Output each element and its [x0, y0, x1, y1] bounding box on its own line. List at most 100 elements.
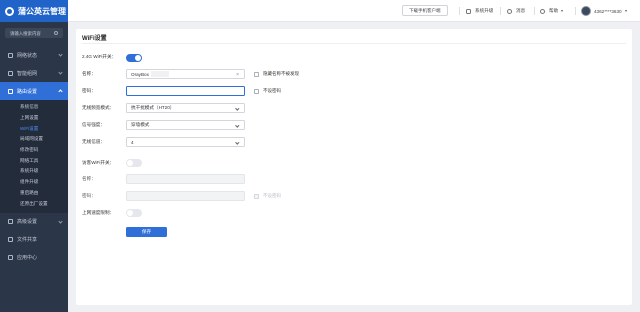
- chevron-down-icon: [235, 123, 240, 128]
- wifi24-toggle[interactable]: [126, 54, 142, 62]
- clear-icon[interactable]: ×: [236, 72, 239, 78]
- submenu-wifi-settings[interactable]: WiFi设置: [0, 123, 68, 134]
- sidebar-item-label: 路由设置: [17, 88, 38, 95]
- submenu-network-tools[interactable]: 网络工具: [0, 155, 68, 166]
- chevron-down-icon: [58, 70, 63, 75]
- sidebar: 蒲公英云管理 网络状态 智能组网 路由设置 系统信息 上网设置 WiFi设置 局…: [0, 0, 68, 312]
- channel-label: 无线信道：: [82, 139, 105, 144]
- upgrade-label: 系统升级: [475, 8, 494, 13]
- messages-link[interactable]: 消息: [507, 6, 525, 16]
- sidebar-item-label: 网络状态: [17, 52, 38, 59]
- help-icon: [540, 8, 545, 14]
- sidebar-item-file-share[interactable]: 文件共享: [0, 231, 68, 249]
- system-upgrade-link[interactable]: 系统升级: [466, 6, 493, 16]
- sidebar-item-app-center[interactable]: 应用中心: [0, 249, 68, 267]
- top-header: 下载手机客户端 系统升级 消息 帮助 4362****3630: [68, 0, 640, 22]
- submenu-reboot-router[interactable]: 重启路由: [0, 188, 68, 199]
- caret-down-icon: [624, 10, 627, 12]
- password-field[interactable]: [126, 86, 245, 96]
- password-label: 密码：: [82, 88, 96, 93]
- help-label: 帮助: [549, 8, 559, 13]
- checkbox-box: [254, 193, 259, 199]
- checkbox-box: [254, 71, 259, 77]
- sidebar-item-label: 应用中心: [17, 255, 38, 262]
- signal-strength-value: 穿墙模式: [131, 122, 150, 127]
- app-logo[interactable]: 蒲公英云管理: [0, 0, 68, 22]
- chevron-down-icon: [235, 106, 240, 111]
- sidebar-search: [5, 28, 63, 38]
- ssid-input[interactable]: OrayBox ×: [126, 69, 245, 79]
- submenu-lan-settings[interactable]: 局域网设置: [0, 134, 68, 145]
- help-link[interactable]: 帮助: [540, 6, 564, 16]
- chevron-up-icon: [58, 89, 63, 94]
- checkbox-box: [254, 88, 259, 94]
- router-submenu: 系统信息 上网设置 WiFi设置 局域网设置 修改密码 网络工具 系统升级 组件…: [0, 100, 68, 213]
- sidebar-item-label: 高级设置: [17, 219, 38, 226]
- bell-icon: [507, 8, 512, 14]
- guest-ssid-label: 名称：: [82, 176, 96, 181]
- guest-wifi-toggle[interactable]: [126, 159, 142, 167]
- guest-wifi-switch-label: 访客WiFi开关：: [82, 160, 115, 165]
- title-divider: [82, 43, 626, 44]
- guest-password-label: 密码：: [82, 193, 96, 198]
- user-account-label: 4362****3630: [594, 8, 622, 14]
- user-menu[interactable]: 4362****3630: [581, 6, 627, 16]
- apps-icon: [8, 255, 13, 261]
- messages-label: 消息: [516, 8, 526, 13]
- download-client-button[interactable]: 下载手机客户端: [402, 5, 448, 16]
- network-icon: [8, 70, 13, 76]
- status-icon: [8, 52, 13, 58]
- signal-strength-select[interactable]: 穿墙模式: [126, 120, 245, 130]
- ssid-label: 名称：: [82, 71, 96, 76]
- bandwidth-mode-label: 无线频宽模式：: [82, 105, 115, 110]
- submenu-component-upgrade[interactable]: 组件升级: [0, 177, 68, 188]
- no-password-label: 不设密码: [263, 88, 281, 93]
- sidebar-item-network-status[interactable]: 网络状态: [0, 46, 68, 64]
- search-icon[interactable]: [54, 31, 58, 35]
- settings-icon: [8, 219, 13, 225]
- sidebar-item-label: 智能组网: [17, 70, 38, 77]
- hide-ssid-checkbox[interactable]: 隐藏名称不被发现: [254, 71, 299, 77]
- ssid-value: OrayBox: [131, 71, 149, 77]
- caret-down-icon: [561, 10, 564, 12]
- share-icon: [8, 237, 13, 243]
- upgrade-icon: [466, 8, 471, 14]
- search-input[interactable]: [10, 30, 56, 36]
- header-divider: [459, 7, 460, 15]
- speed-limit-label: 上网速度限制：: [82, 210, 115, 215]
- chevron-down-icon: [235, 140, 240, 145]
- submenu-internet-settings[interactable]: 上网设置: [0, 113, 68, 124]
- password-input[interactable]: [131, 88, 231, 94]
- wifi-settings-panel: WiFi设置 2.4G WiFi开关： 名称： OrayBox × 隐藏名称不被…: [76, 29, 632, 305]
- ssid-mask: [150, 71, 169, 77]
- speed-limit-toggle[interactable]: [126, 209, 142, 217]
- wifi24-switch-label: 2.4G WiFi开关：: [82, 54, 117, 59]
- bandwidth-mode-select[interactable]: 抗干扰模式（HT20）: [126, 103, 245, 113]
- channel-select[interactable]: 4: [126, 137, 245, 147]
- app-title: 蒲公英云管理: [18, 6, 66, 16]
- bandwidth-mode-value: 抗干扰模式（HT20）: [131, 105, 175, 110]
- guest-ssid-input[interactable]: [126, 174, 245, 184]
- sidebar-item-smart-network[interactable]: 智能组网: [0, 64, 68, 82]
- submenu-factory-reset[interactable]: 还原出厂设置: [0, 198, 68, 209]
- signal-strength-label: 信号强度：: [82, 122, 105, 127]
- header-divider: [534, 7, 535, 15]
- submenu-change-password[interactable]: 修改密码: [0, 145, 68, 156]
- guest-no-password-label: 不设密码: [263, 193, 281, 198]
- sidebar-item-advanced-settings[interactable]: 高级设置: [0, 213, 68, 231]
- header-divider: [575, 7, 576, 15]
- sidebar-item-label: 文件共享: [17, 237, 38, 244]
- sidebar-item-router-settings[interactable]: 路由设置: [0, 82, 68, 100]
- guest-no-password-checkbox[interactable]: 不设密码: [254, 193, 281, 199]
- avatar: [581, 6, 591, 16]
- router-icon: [8, 88, 13, 94]
- save-button[interactable]: 保存: [126, 227, 167, 237]
- no-password-checkbox[interactable]: 不设密码: [254, 88, 281, 94]
- hide-ssid-label: 隐藏名称不被发现: [263, 71, 299, 76]
- guest-password-input[interactable]: [126, 191, 245, 201]
- page-title: WiFi设置: [82, 36, 107, 42]
- submenu-system-info[interactable]: 系统信息: [0, 102, 68, 113]
- chevron-down-icon: [58, 219, 63, 224]
- header-divider: [500, 7, 501, 15]
- submenu-system-upgrade[interactable]: 系统升级: [0, 166, 68, 177]
